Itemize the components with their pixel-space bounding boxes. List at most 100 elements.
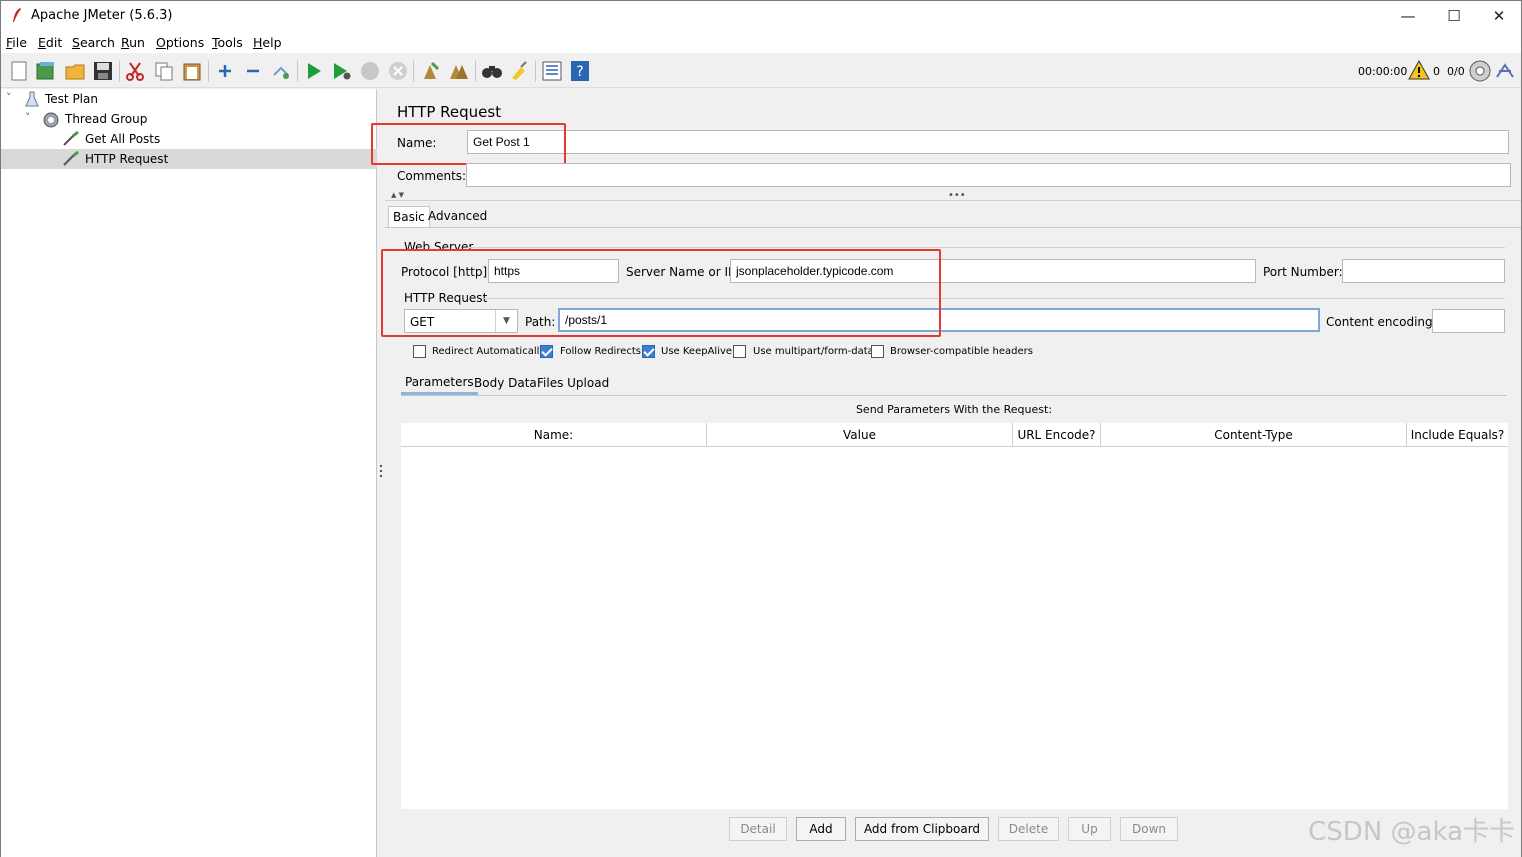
comments-label: Comments: [397,169,467,183]
detail-button[interactable]: Detail [729,817,787,841]
menu-help[interactable]: Help [253,35,282,50]
divider [469,247,1505,248]
tree-item-thread-group[interactable]: ˅ Thread Group [1,109,377,129]
open-icon[interactable] [64,60,86,82]
tree-item-label: Thread Group [65,112,148,126]
tab-basic[interactable]: Basic [388,206,430,227]
checkbox-label: Redirect Automatically [432,346,546,357]
expand-icon[interactable] [214,60,236,82]
highlight-box-request [381,249,941,337]
comments-field[interactable] [466,163,1511,187]
close-button[interactable]: ✕ [1476,1,1522,31]
toolbar-separator [208,60,209,82]
shutdown-icon[interactable] [387,60,409,82]
divider [385,200,1521,201]
new-icon[interactable] [8,60,30,82]
start-no-pause-icon[interactable] [331,60,353,82]
params-caption: Send Parameters With the Request: [855,403,1053,416]
thread-count: 0/0 [1447,65,1465,78]
content-encoding-field[interactable] [1432,309,1505,333]
parameters-table[interactable]: Name: Value URL Encode? Content-Type Inc… [401,423,1508,809]
start-icon[interactable] [303,60,325,82]
tree-item-get-all-posts[interactable]: Get All Posts [1,129,377,149]
toolbar-separator [475,60,476,82]
paste-icon[interactable] [181,60,203,82]
menu-tools[interactable]: Tools [212,35,243,50]
menu-search[interactable]: Search [72,35,115,50]
tree-item-http-request[interactable]: HTTP Request [1,149,377,169]
save-icon[interactable] [92,60,114,82]
column-header-content-type[interactable]: Content-Type [1101,423,1407,447]
minimize-button[interactable]: — [1385,1,1431,31]
sampler-icon [63,151,79,166]
checkbox-label: Use multipart/form-data [753,346,874,357]
checkbox-label: Use KeepAlive [661,346,733,357]
panel-heading: HTTP Request [397,103,502,121]
watermark: CSDN @aka卡卡 [1308,817,1515,847]
elapsed-time: 00:00:00 [1358,65,1408,78]
collapse-icon[interactable] [242,60,264,82]
menu-run[interactable]: Run [121,35,145,50]
toolbar: ? 00:00:00 0 0/0 [1,54,1521,88]
delete-button[interactable]: Delete [998,817,1059,841]
tab-parameters[interactable]: Parameters [401,372,478,395]
sampler-icon [63,131,79,146]
warning-icon[interactable] [1408,59,1430,83]
jmeter-window: Apache JMeter (5.6.3) — ☐ ✕ File Edit Se… [0,0,1522,857]
port-number-field[interactable] [1342,259,1505,283]
column-header-name[interactable]: Name: [401,423,707,447]
collapse-arrows-icon[interactable]: ▲ ▼ [391,191,404,199]
toolbar-separator [413,60,414,82]
use-multipart-checkbox[interactable] [733,345,746,358]
menu-edit[interactable]: Edit [38,35,62,50]
search-icon[interactable] [481,60,503,82]
toolbar-separator [297,60,298,82]
http-request-panel: HTTP Request Name: Comments: ▲ ▼ ••• Bas… [371,89,1521,857]
reset-search-icon[interactable] [508,60,530,82]
follow-redirects-checkbox[interactable] [540,345,553,358]
thread-group-icon [43,112,59,128]
redirect-automatically-checkbox[interactable] [413,345,426,358]
templates-icon[interactable] [35,60,57,82]
tab-body-data[interactable]: Body Data [474,376,537,390]
menu-options[interactable]: Options [156,35,204,50]
function-helper-icon[interactable] [541,60,563,82]
clear-all-icon[interactable] [448,60,470,82]
column-header-url-encode[interactable]: URL Encode? [1013,423,1101,447]
tree-item-label: Test Plan [45,92,98,106]
column-header-value[interactable]: Value [707,423,1013,447]
help-icon[interactable]: ? [569,60,591,82]
tree-item-label: HTTP Request [85,152,169,166]
highlight-box-name [371,123,566,165]
maximize-button[interactable]: ☐ [1431,1,1477,31]
toggle-icon[interactable] [270,60,292,82]
toolbar-separator [119,60,120,82]
browser-compatible-headers-checkbox[interactable] [871,345,884,358]
add-from-clipboard-button[interactable]: Add from Clipboard [855,817,989,841]
name-field[interactable] [467,130,1509,154]
remote-status-icon [1469,60,1491,85]
column-header-include-equals[interactable]: Include Equals? [1407,423,1508,447]
test-plan-icon [25,91,39,107]
tab-files-upload[interactable]: Files Upload [537,376,609,390]
toolbar-separator [535,60,536,82]
divider [385,227,1521,228]
warning-count: 0 [1433,65,1440,78]
tree-item-test-plan[interactable]: ˅ Test Plan [1,89,377,109]
cut-icon[interactable] [124,60,146,82]
use-keepalive-checkbox[interactable] [642,345,655,358]
stop-icon[interactable] [359,60,381,82]
copy-icon[interactable] [153,60,175,82]
checkbox-label: Follow Redirects [560,346,641,357]
split-pane-divider[interactable] [377,89,385,857]
clear-icon[interactable] [419,60,441,82]
down-button[interactable]: Down [1120,817,1178,841]
tab-advanced[interactable]: Advanced [428,209,487,223]
up-button[interactable]: Up [1068,817,1111,841]
chevron-down-icon[interactable]: ˅ [25,111,31,124]
chevron-down-icon[interactable]: ˅ [6,91,12,104]
log-viewer-icon[interactable] [1495,61,1515,84]
add-button[interactable]: Add [796,817,846,841]
divider [401,395,1507,396]
menu-file[interactable]: File [6,35,27,50]
